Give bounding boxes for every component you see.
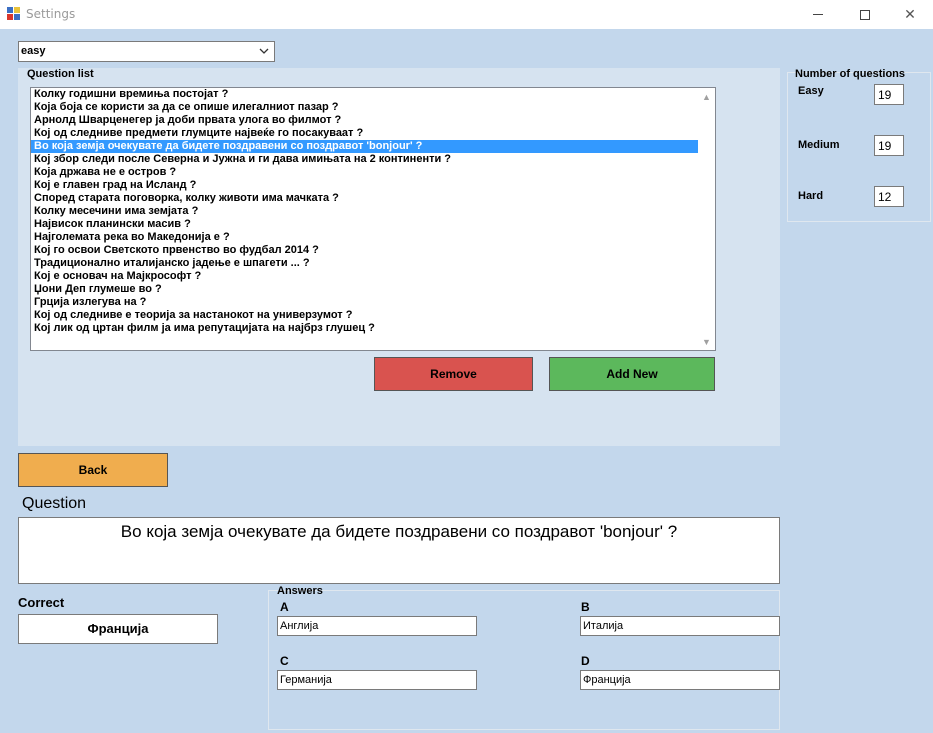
answers-title: Answers — [277, 585, 323, 597]
close-icon: ✕ — [904, 6, 916, 22]
list-item[interactable]: Која боја се користи за да се опише илег… — [31, 101, 699, 114]
list-item[interactable]: Највисок планински масив ? — [31, 218, 699, 231]
number-of-questions-title: Number of questions — [795, 68, 906, 80]
maximize-button[interactable] — [842, 0, 888, 29]
list-item[interactable]: Во која земја очекувате да бидете поздра… — [31, 140, 699, 153]
answer-a-label: A — [280, 600, 289, 614]
app-icon — [7, 7, 21, 21]
list-item[interactable]: Според старата поговорка, колку животи и… — [31, 192, 699, 205]
correct-answer-field[interactable]: Франција — [18, 614, 218, 644]
list-item[interactable]: Кој од следниве е теорија за настанокот … — [31, 309, 699, 322]
add-new-button[interactable]: Add New — [549, 357, 715, 391]
list-item[interactable]: Грција излегува на ? — [31, 296, 699, 309]
answers-group — [268, 590, 780, 730]
correct-heading: Correct — [18, 595, 65, 610]
title-bar: Settings ✕ — [0, 0, 933, 29]
list-item[interactable]: Кој лик од цртан филм ја има репутацијат… — [31, 322, 699, 335]
answer-b-label: B — [581, 600, 590, 614]
hard-count-field[interactable]: 12 — [874, 186, 904, 207]
question-list-title: Question list — [27, 68, 94, 80]
answer-d-label: D — [581, 654, 590, 668]
question-text-field[interactable]: Во која земја очекувате да бидете поздра… — [18, 517, 780, 584]
list-item[interactable]: Кој е основач на Мајкрософт ? — [31, 270, 699, 283]
easy-label: Easy — [798, 85, 824, 97]
window-title: Settings — [26, 7, 76, 21]
correct-answer-value: Франција — [87, 621, 149, 636]
remove-button[interactable]: Remove — [374, 357, 533, 391]
chevron-down-icon[interactable] — [259, 44, 269, 61]
question-heading: Question — [22, 495, 87, 512]
answer-a-field[interactable]: Англија — [277, 616, 477, 636]
scroll-down-icon[interactable]: ▼ — [698, 333, 715, 350]
difficulty-combobox[interactable]: easy — [18, 41, 275, 62]
close-button[interactable]: ✕ — [887, 0, 933, 29]
list-item[interactable]: Кој збор следи после Северна и Јужна и г… — [31, 153, 699, 166]
list-scrollbar[interactable]: ▲ ▼ — [698, 88, 715, 350]
list-item[interactable]: Колку годишни времиња постојат ? — [31, 88, 699, 101]
list-item[interactable]: Кој од следниве предмети глумците највеќ… — [31, 127, 699, 140]
medium-label: Medium — [798, 139, 840, 151]
difficulty-selected-value: easy — [21, 45, 46, 57]
hard-label: Hard — [798, 190, 824, 202]
question-list-items: Колку годишни времиња постојат ? Која бој… — [31, 88, 699, 335]
medium-count-field[interactable]: 19 — [874, 135, 904, 156]
answer-c-field[interactable]: Германија — [277, 670, 477, 690]
easy-count-field[interactable]: 19 — [874, 84, 904, 105]
list-item[interactable]: Колку месечини има земјата ? — [31, 205, 699, 218]
minimize-button[interactable] — [795, 0, 841, 29]
answer-b-field[interactable]: Италија — [580, 616, 780, 636]
list-item[interactable]: Која држава не е остров ? — [31, 166, 699, 179]
list-item[interactable]: Традиционално италијанско јадење е шпаге… — [31, 257, 699, 270]
list-item[interactable]: Најголемата река во Македонија е ? — [31, 231, 699, 244]
scroll-up-icon[interactable]: ▲ — [698, 88, 715, 105]
list-item[interactable]: Џони Деп глумеше во ? — [31, 283, 699, 296]
maximize-icon — [860, 9, 870, 20]
answer-d-field[interactable]: Франција — [580, 670, 780, 690]
list-item[interactable]: Кој е главен град на Исланд ? — [31, 179, 699, 192]
list-item[interactable]: Арнолд Шварценегер ја доби првата улога … — [31, 114, 699, 127]
answer-c-label: C — [280, 654, 289, 668]
question-text: Во која земја очекувате да бидете поздра… — [120, 522, 678, 541]
minimize-icon — [813, 14, 823, 15]
list-item[interactable]: Кој го освои Светското првенство во фудб… — [31, 244, 699, 257]
back-button[interactable]: Back — [18, 453, 168, 487]
question-listbox[interactable]: Колку годишни времиња постојат ? Која бој… — [30, 87, 716, 351]
